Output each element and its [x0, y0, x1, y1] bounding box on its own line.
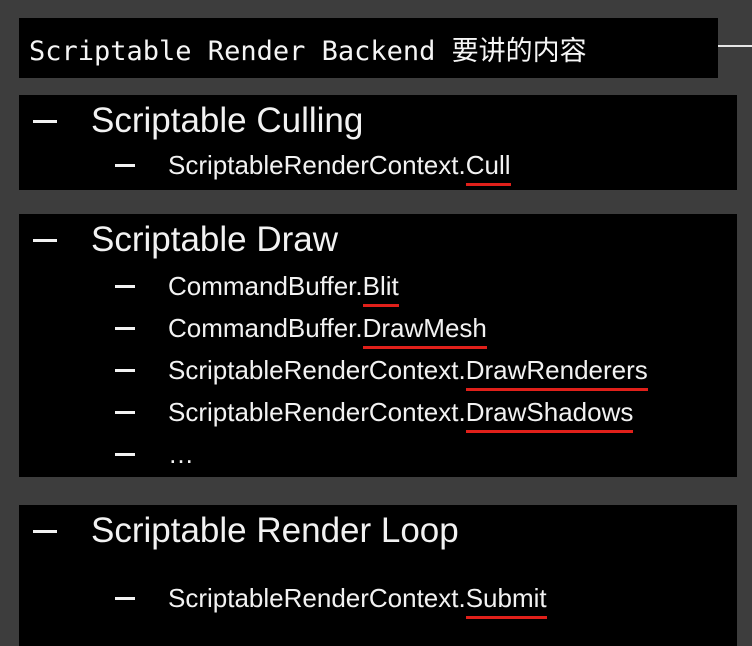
- section-heading-text: Scriptable Culling: [91, 101, 364, 140]
- bullet-dash: [115, 410, 135, 414]
- item-ellipsis: …: [168, 438, 194, 469]
- section-scriptable-culling: Scriptable Culling ScriptableRenderConte…: [19, 95, 737, 190]
- section-heading-text: Scriptable Render Loop: [91, 511, 459, 550]
- section-heading: Scriptable Render Loop: [19, 509, 459, 553]
- bullet-dash: [115, 596, 135, 600]
- item-method: Submit: [465, 583, 547, 619]
- item-prefix: CommandBuffer.: [168, 270, 363, 301]
- item-method: DrawMesh: [362, 313, 487, 349]
- bullet-dash: [33, 119, 57, 123]
- bullet-dash: [115, 284, 135, 288]
- bullet-dash: [115, 163, 135, 167]
- section-scriptable-render-loop: Scriptable Render Loop ScriptableRenderC…: [19, 505, 737, 646]
- item-prefix: ScriptableRenderContext.: [168, 354, 466, 385]
- section-scriptable-draw: Scriptable Draw CommandBuffer. Blit Comma…: [19, 214, 737, 477]
- item-method: DrawRenderers: [465, 355, 648, 391]
- bullet-dash: [115, 326, 135, 330]
- section-heading: Scriptable Culling: [19, 99, 363, 143]
- list-item: ScriptableRenderContext. DrawShadows: [19, 394, 634, 433]
- item-method: Cull: [465, 150, 511, 186]
- list-item: CommandBuffer. Blit: [19, 268, 399, 307]
- bullet-dash: [115, 368, 135, 372]
- diagram-title: Scriptable Render Backend 要讲的内容: [29, 35, 587, 67]
- bullet-dash: [33, 529, 57, 533]
- list-item: …: [19, 436, 194, 472]
- item-prefix: CommandBuffer.: [168, 312, 363, 343]
- item-method: DrawShadows: [465, 397, 634, 433]
- bullet-dash: [115, 452, 135, 456]
- title-box: Scriptable Render Backend 要讲的内容: [19, 18, 718, 78]
- list-item: CommandBuffer. DrawMesh: [19, 310, 487, 349]
- item-prefix: ScriptableRenderContext.: [168, 149, 466, 180]
- item-prefix: ScriptableRenderContext.: [168, 396, 466, 427]
- list-item: ScriptableRenderContext. Submit: [19, 580, 547, 619]
- list-item: ScriptableRenderContext. Cull: [19, 147, 511, 186]
- section-heading: Scriptable Draw: [19, 218, 338, 262]
- connector-line: [718, 45, 752, 47]
- list-item: ScriptableRenderContext. DrawRenderers: [19, 352, 648, 391]
- bullet-dash: [33, 238, 57, 242]
- section-heading-text: Scriptable Draw: [91, 220, 339, 259]
- item-prefix: ScriptableRenderContext.: [168, 582, 466, 613]
- item-method: Blit: [362, 271, 399, 307]
